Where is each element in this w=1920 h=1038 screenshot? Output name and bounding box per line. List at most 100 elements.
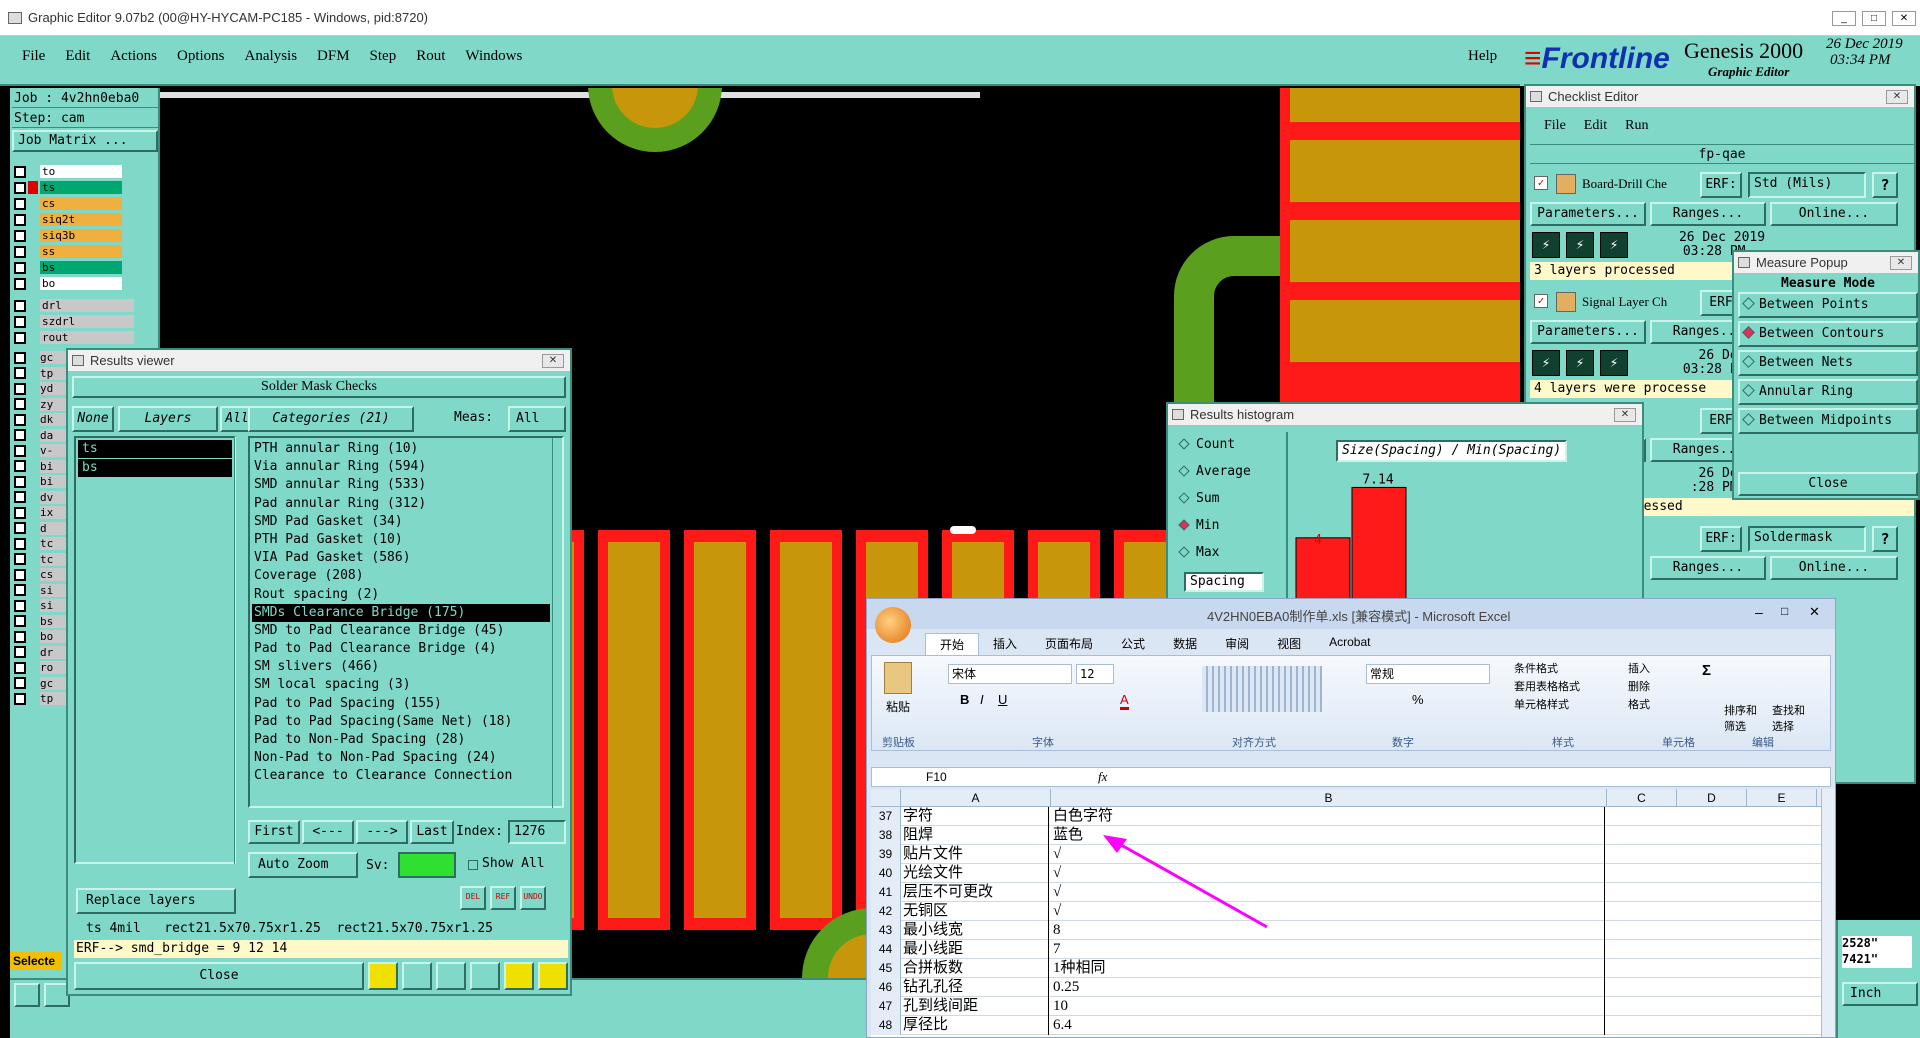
percent-button[interactable]: % (1412, 692, 1424, 707)
layer-checkbox[interactable] (14, 661, 26, 674)
run-icon[interactable]: ⚡ (1600, 232, 1628, 258)
erf-button[interactable]: ERF: (1700, 172, 1742, 198)
online-button[interactable]: Online... (1770, 202, 1898, 226)
sort-filter-button[interactable]: 排序和筛选 (1724, 702, 1764, 734)
layer-checkbox[interactable] (14, 491, 26, 503)
layer-row[interactable]: siq2t (14, 212, 136, 227)
layer-checkbox[interactable] (14, 475, 26, 488)
layer-checkbox[interactable] (14, 277, 26, 290)
name-box[interactable]: F10 (926, 770, 947, 784)
tool-icon-1[interactable] (14, 983, 40, 1007)
layer-row[interactable]: bs (14, 260, 136, 275)
undo-icon[interactable]: UNDO (520, 886, 546, 910)
minimize-button[interactable]: _ (1832, 11, 1856, 26)
layer-checkbox[interactable] (14, 599, 26, 612)
category-item[interactable]: Via annular Ring (594) (252, 458, 550, 476)
job-matrix-button[interactable]: Job Matrix ... (12, 130, 158, 152)
menu-analysis[interactable]: Analysis (245, 48, 298, 65)
layer-row[interactable]: bi (14, 459, 74, 474)
layer-checkbox[interactable] (14, 584, 26, 596)
category-item[interactable]: Clearance to Clearance Connection (252, 767, 550, 785)
layer-row[interactable]: v- (14, 443, 74, 458)
layer-checkbox[interactable] (14, 229, 26, 242)
layer-row[interactable]: da (14, 428, 74, 443)
excel-close-button[interactable]: ✕ (1809, 604, 1820, 620)
close-window-button[interactable]: ✕ (1892, 11, 1916, 26)
font-color-button[interactable]: A (1120, 692, 1129, 710)
layer-checkbox[interactable] (14, 646, 26, 658)
layer-checkbox[interactable] (14, 165, 26, 178)
histogram-bar[interactable] (1351, 486, 1407, 602)
help-icon[interactable]: ? (1872, 526, 1898, 552)
drill-row[interactable]: szdrl (14, 314, 136, 329)
checklist-menu-file[interactable]: File (1544, 118, 1566, 134)
menu-windows[interactable]: Windows (465, 48, 522, 65)
delete-cells-button[interactable]: 删除 (1628, 678, 1650, 696)
category-item[interactable]: Pad to Pad Clearance Bridge (4) (252, 640, 550, 658)
tool-b-icon[interactable] (402, 962, 432, 990)
checklist-menu-edit[interactable]: Edit (1584, 118, 1607, 134)
layer-row[interactable]: ts (14, 180, 136, 195)
layer-checkbox[interactable] (14, 692, 26, 705)
histogram-icon[interactable] (538, 962, 568, 990)
sum-button[interactable]: Σ (1702, 662, 1711, 679)
results-close-button[interactable]: Close (74, 962, 364, 990)
tool-c-icon[interactable] (436, 962, 466, 990)
find-select-button[interactable]: 查找和选择 (1772, 702, 1812, 734)
office-button[interactable] (875, 607, 911, 643)
tool-e-icon[interactable] (504, 962, 534, 990)
category-item[interactable]: SMD to Pad Clearance Bridge (45) (252, 622, 550, 640)
layer-row[interactable]: tp (14, 691, 74, 706)
category-item[interactable]: VIA Pad Gasket (586) (252, 549, 550, 567)
category-item[interactable]: SMD annular Ring (533) (252, 476, 550, 494)
categories-list[interactable]: PTH annular Ring (10) Via annular Ring (5… (248, 436, 564, 808)
layer-row[interactable]: tc (14, 552, 74, 567)
results-close-x[interactable]: ✕ (542, 354, 564, 368)
category-item[interactable]: SMD Pad Gasket (34) (252, 513, 550, 531)
layer-row[interactable]: ix (14, 505, 74, 520)
measure-option[interactable]: Between Contours (1738, 321, 1918, 347)
measure-close-button[interactable]: Close (1738, 472, 1918, 496)
ranges-button[interactable]: Ranges... (1650, 556, 1766, 580)
layer-checkbox[interactable] (14, 568, 26, 581)
layer-row[interactable]: yd (14, 381, 74, 396)
categories-button[interactable]: Categories (21) (248, 406, 414, 432)
sv-color-select[interactable] (398, 852, 456, 878)
run-icon[interactable]: ⚡ (1532, 350, 1560, 376)
layer-checkbox[interactable] (14, 413, 26, 426)
layer-row[interactable]: ss (14, 244, 136, 259)
format-cells-button[interactable]: 格式 (1628, 696, 1650, 714)
check-flag-icon[interactable]: ✓ (1534, 294, 1548, 308)
menu-dfm[interactable]: DFM (317, 48, 350, 65)
ref-icon[interactable]: REF (490, 886, 516, 910)
delete-icon[interactable]: DEL (460, 886, 486, 910)
layer-checkbox[interactable] (14, 261, 26, 274)
menu-edit[interactable]: Edit (65, 48, 90, 65)
category-item[interactable]: Pad to Pad Spacing(Same Net) (18) (252, 713, 550, 731)
measure-close-x[interactable]: ✕ (1890, 256, 1912, 270)
layer-checkbox[interactable] (14, 367, 26, 379)
auto-zoom-select[interactable]: Auto Zoom (248, 852, 358, 878)
cell-style-button[interactable]: 单元格样式 (1514, 696, 1580, 714)
paste-icon[interactable] (884, 662, 912, 694)
parameters-button[interactable]: Parameters... (1530, 202, 1646, 226)
measure-option[interactable]: Between Midpoints (1738, 408, 1918, 434)
layer-row[interactable]: bo (14, 276, 136, 291)
italic-button[interactable]: I (980, 692, 984, 707)
category-item[interactable]: Pad to Pad Spacing (155) (252, 695, 550, 713)
layer-checkbox[interactable] (14, 181, 26, 194)
ribbon-tab[interactable]: 数据 (1159, 633, 1211, 655)
table-format-button[interactable]: 套用表格格式 (1514, 678, 1580, 696)
layer-row[interactable]: cs (14, 567, 74, 582)
layer-row[interactable]: to (14, 164, 136, 179)
erf-value[interactable]: Std (Mils) (1748, 172, 1866, 198)
insert-cells-button[interactable]: 插入 (1628, 660, 1650, 678)
histogram-bar[interactable] (1295, 537, 1351, 602)
ribbon-tab[interactable]: 开始 (925, 633, 980, 655)
layer-checkbox[interactable] (14, 460, 26, 472)
layer-checkbox[interactable] (14, 630, 26, 643)
layer-checkbox[interactable] (14, 444, 26, 457)
action-label[interactable]: Signal Layer Ch (1582, 294, 1667, 310)
font-select[interactable]: 宋体 (948, 664, 1072, 684)
layer-row[interactable]: dk (14, 412, 74, 427)
